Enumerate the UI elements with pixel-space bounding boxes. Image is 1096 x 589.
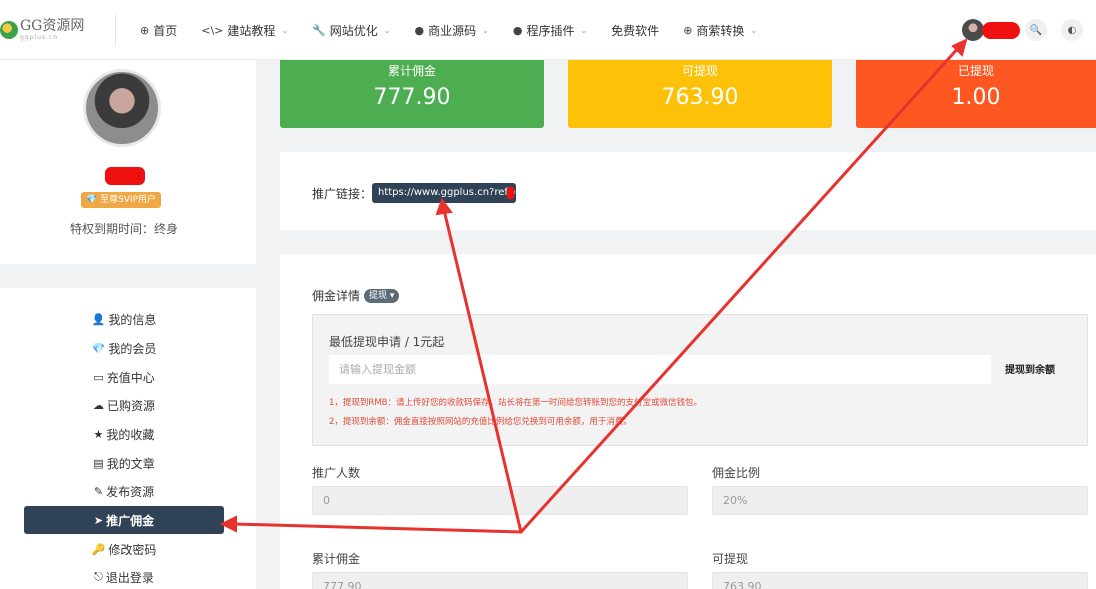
- chevron-down-icon: ⌄: [281, 25, 289, 35]
- promo-link-label: 推广链接：: [312, 187, 373, 201]
- nav-home[interactable]: ⊕ 首页: [140, 22, 177, 39]
- avatar: [83, 69, 161, 147]
- withdraw-note-2: 2，提现到余额：佣金直接按照网站的充值比例给您兑换到可用余额，用于消费。: [329, 417, 632, 427]
- nav-conversion[interactable]: ⊕ 商萦转换 ⌄: [683, 22, 757, 39]
- withdraw-amount-input[interactable]: [329, 355, 991, 384]
- document-icon: ▤: [93, 456, 104, 470]
- commission-details-card: 佣金详情 提现 ▾ 最低提现申请 / 1元起 提现到余额 1，提现到RMB：请上…: [280, 254, 1096, 589]
- referral-count-label: 推广人数: [312, 466, 361, 480]
- menu-item-articles[interactable]: ▤ 我的文章: [24, 449, 224, 477]
- apple-icon: ●: [414, 23, 425, 37]
- apple-icon: ●: [512, 23, 523, 37]
- chevron-down-icon: ⌄: [383, 25, 391, 35]
- paper-plane-icon: ➤: [93, 513, 104, 527]
- withdrawable-field: 763.90: [712, 572, 1088, 589]
- user-avatar[interactable]: [962, 19, 984, 41]
- nav-source-code[interactable]: ● 商业源码 ⌄: [415, 22, 489, 39]
- withdrawable-label: 可提现: [712, 552, 749, 566]
- commission-rate-field: 20%: [712, 486, 1088, 515]
- code-icon: <\>: [201, 23, 224, 37]
- profile-card: 💎 至尊SVIP用户 特权到期时间：终身: [0, 60, 256, 264]
- credit-card-icon: ▭: [93, 370, 104, 384]
- menu-item-recharge[interactable]: ▭ 充值中心: [24, 363, 224, 391]
- diamond-icon: 💎: [91, 341, 106, 355]
- nav-seo[interactable]: 🔧 网站优化 ⌄: [312, 22, 390, 39]
- menu-item-my-info[interactable]: 👤 我的信息: [24, 305, 224, 333]
- stat-total-commission: 累计佣金 777.90: [280, 60, 544, 128]
- logo-title: GG资源网: [20, 18, 85, 34]
- withdraw-panel: 最低提现申请 / 1元起 提现到余额 1，提现到RMB：请上传好您的收款码保存，…: [312, 314, 1088, 446]
- logout-icon: ⎋: [94, 570, 103, 583]
- chevron-down-icon: ⌄: [482, 25, 489, 35]
- stat-value: 1.00: [951, 85, 1001, 110]
- menu-item-purchased[interactable]: ☁ 已购资源: [24, 391, 224, 419]
- logo-icon: [0, 21, 18, 39]
- cloud-download-icon: ☁: [92, 398, 104, 412]
- wrench-icon: 🔧: [312, 23, 326, 37]
- stat-withdrawn: 已提现 1.00: [856, 60, 1096, 128]
- redacted-username[interactable]: [982, 22, 1020, 39]
- site-logo[interactable]: GG资源网 ggplus.cn: [0, 14, 84, 46]
- redacted-profile-name: [105, 167, 145, 185]
- menu-item-favorites[interactable]: ★ 我的收藏: [24, 420, 224, 448]
- withdraw-dropdown[interactable]: 提现 ▾: [364, 288, 400, 303]
- search-icon[interactable]: 🔍: [1025, 19, 1047, 41]
- withdraw-note-1: 1，提现到RMB：请上传好您的收款码保存，站长将在第一时间给您转账到您的支付宝或…: [329, 398, 702, 408]
- chevron-down-icon: ⌄: [580, 25, 588, 35]
- top-header: GG资源网 ggplus.cn ⊕ 首页 <\> 建站教程 ⌄ 🔧 网站优化 ⌄…: [0, 0, 1096, 60]
- user-menu: 👤 我的信息 💎 我的会员 ▭ 充值中心 ☁ 已购资源 ★ 我的收藏 ▤ 我的文…: [0, 288, 256, 589]
- key-icon: 🔑: [91, 542, 106, 556]
- promo-link-card: 推广链接： https://www.ggplus.cn?ref=: [280, 152, 1096, 230]
- total-commission-label: 累计佣金: [312, 552, 361, 566]
- globe-icon: ⊕: [140, 23, 150, 37]
- menu-item-logout[interactable]: ⎋ 退出登录: [24, 563, 224, 589]
- pencil-icon: ✎: [93, 484, 104, 498]
- redacted-ref-code: [507, 187, 514, 199]
- commission-rate-label: 佣金比例: [712, 466, 761, 480]
- menu-item-commission[interactable]: ➤ 推广佣金: [24, 506, 224, 534]
- withdraw-min-text: 最低提现申请 / 1元起: [329, 335, 445, 349]
- total-commission-field: 777.90: [312, 572, 688, 589]
- vip-badge: 💎 至尊SVIP用户: [81, 192, 162, 208]
- stat-withdrawable: 可提现 763.90: [568, 60, 832, 128]
- expire-text: 特权到期时间：终身: [69, 222, 178, 236]
- stat-value: 777.90: [373, 85, 451, 110]
- stat-value: 763.90: [661, 85, 739, 110]
- star-icon: ★: [93, 427, 104, 441]
- chevron-down-icon: ⌄: [750, 25, 758, 35]
- nav-tutorials[interactable]: <\> 建站教程 ⌄: [201, 22, 288, 39]
- user-icon: 👤: [91, 312, 106, 326]
- theme-toggle-icon[interactable]: ◐: [1061, 19, 1083, 41]
- nav-divider: [115, 14, 116, 46]
- withdraw-to-balance-button[interactable]: 提现到余额: [1005, 361, 1055, 376]
- menu-item-publish[interactable]: ✎ 发布资源: [24, 477, 224, 505]
- menu-item-membership[interactable]: 💎 我的会员: [24, 334, 224, 362]
- main-nav: ⊕ 首页 <\> 建站教程 ⌄ 🔧 网站优化 ⌄ ● 商业源码 ⌄ ● 程序插件…: [140, 0, 781, 60]
- nav-plugins[interactable]: ● 程序插件 ⌄: [513, 22, 587, 39]
- nav-free-software[interactable]: 免费软件: [611, 22, 659, 39]
- menu-item-password[interactable]: 🔑 修改密码: [24, 535, 224, 563]
- globe-icon: ⊕: [683, 23, 693, 37]
- details-title: 佣金详情 提现 ▾: [312, 287, 400, 304]
- promo-link[interactable]: https://www.ggplus.cn?ref=: [372, 183, 516, 203]
- referral-count-field: 0: [312, 486, 688, 515]
- logo-subtitle: ggplus.cn: [20, 34, 59, 41]
